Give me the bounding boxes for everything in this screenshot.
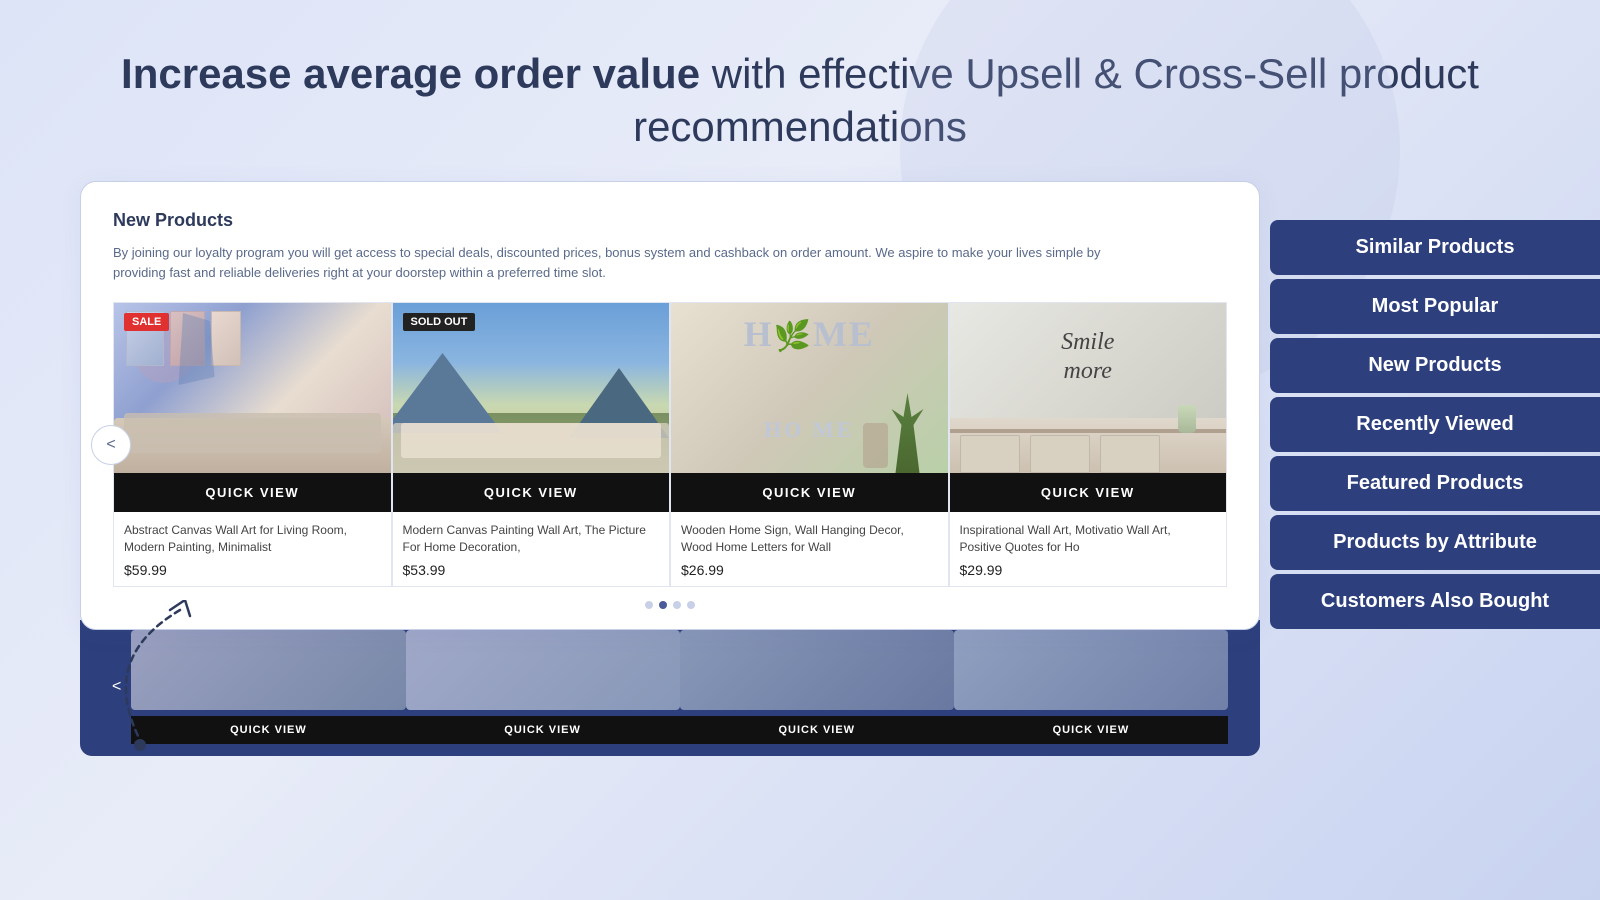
product-image-4: Smilemore: [950, 303, 1227, 473]
chevron-left-icon: <: [106, 436, 115, 454]
bottom-product-image-2: [406, 630, 680, 710]
sold-badge-2: SOLD OUT: [403, 313, 476, 331]
sidebar-item-recently-viewed[interactable]: Recently Viewed: [1270, 397, 1600, 452]
prev-nav-button[interactable]: <: [91, 425, 131, 465]
product-image-1: SALE: [114, 303, 391, 473]
products-row: < SALE QUICK VIEW Abstract Canvas Wall A…: [113, 302, 1227, 587]
dot-2[interactable]: [659, 601, 667, 609]
product-card-1: SALE QUICK VIEW Abstract Canvas Wall Art…: [113, 302, 392, 587]
sidebar-item-customers-also-bought[interactable]: Customers Also Bought: [1270, 574, 1600, 629]
product-image-3: H🌿ME HO ME: [671, 303, 948, 473]
sidebar-item-new-products[interactable]: New Products: [1270, 338, 1600, 393]
bottom-quick-view-button-4[interactable]: QUICK VIEW: [954, 716, 1228, 744]
quick-view-button-2[interactable]: QUICK VIEW: [393, 473, 670, 512]
product-info-3: Wooden Home Sign, Wall Hanging Decor, Wo…: [671, 512, 948, 586]
product-card-2: SOLD OUT QUICK VIEW Modern Canvas Painti…: [392, 302, 671, 587]
bottom-product-image-3: [680, 630, 954, 710]
product-image-2: SOLD OUT: [393, 303, 670, 473]
product-price-2: $53.99: [403, 562, 660, 578]
main-product-card: New Products By joining our loyalty prog…: [80, 181, 1260, 630]
product-price-1: $59.99: [124, 562, 381, 578]
pagination-dots: [113, 601, 1227, 609]
product-name-2: Modern Canvas Painting Wall Art, The Pic…: [403, 522, 660, 556]
bottom-quick-view-button-2[interactable]: QUICK VIEW: [406, 716, 680, 744]
card-title: New Products: [113, 210, 1227, 231]
product-info-2: Modern Canvas Painting Wall Art, The Pic…: [393, 512, 670, 586]
product-name-3: Wooden Home Sign, Wall Hanging Decor, Wo…: [681, 522, 938, 556]
product-card-3: H🌿ME HO ME QUICK VIEW Wooden Home Sign, …: [670, 302, 949, 587]
sidebar-item-products-by-attribute[interactable]: Products by Attribute: [1270, 515, 1600, 570]
product-price-4: $29.99: [960, 562, 1217, 578]
bottom-quick-view-button-3[interactable]: QUICK VIEW: [680, 716, 954, 744]
bottom-section: < QUICK VIEW QUICK VIEW QUICK VIEW QUICK…: [80, 620, 1260, 756]
sidebar-item-featured-products[interactable]: Featured Products: [1270, 456, 1600, 511]
arrow-decoration: [90, 600, 210, 765]
quick-view-button-3[interactable]: QUICK VIEW: [671, 473, 948, 512]
bottom-product-image-4: [954, 630, 1228, 710]
card-description: By joining our loyalty program you will …: [113, 243, 1113, 282]
product-name-1: Abstract Canvas Wall Art for Living Room…: [124, 522, 381, 556]
product-card-4: Smilemore QUICK VIEW Inspirational Wall …: [949, 302, 1228, 587]
bottom-product-2: QUICK VIEW: [406, 630, 680, 744]
sale-badge-1: SALE: [124, 313, 169, 331]
sidebar-item-similar-products[interactable]: Similar Products: [1270, 220, 1600, 275]
product-info-4: Inspirational Wall Art, Motivatio Wall A…: [950, 512, 1227, 586]
dot-4[interactable]: [687, 601, 695, 609]
hero-bold: Increase average order value: [121, 50, 700, 97]
quick-view-button-4[interactable]: QUICK VIEW: [950, 473, 1227, 512]
quick-view-button-1[interactable]: QUICK VIEW: [114, 473, 391, 512]
dot-1[interactable]: [645, 601, 653, 609]
sidebar-item-most-popular[interactable]: Most Popular: [1270, 279, 1600, 334]
sidebar-labels-container: Similar Products Most Popular New Produc…: [1270, 220, 1600, 633]
product-name-4: Inspirational Wall Art, Motivatio Wall A…: [960, 522, 1217, 556]
product-price-3: $26.99: [681, 562, 938, 578]
dot-3[interactable]: [673, 601, 681, 609]
bottom-product-4: QUICK VIEW: [954, 630, 1228, 744]
bottom-product-3: QUICK VIEW: [680, 630, 954, 744]
product-info-1: Abstract Canvas Wall Art for Living Room…: [114, 512, 391, 586]
